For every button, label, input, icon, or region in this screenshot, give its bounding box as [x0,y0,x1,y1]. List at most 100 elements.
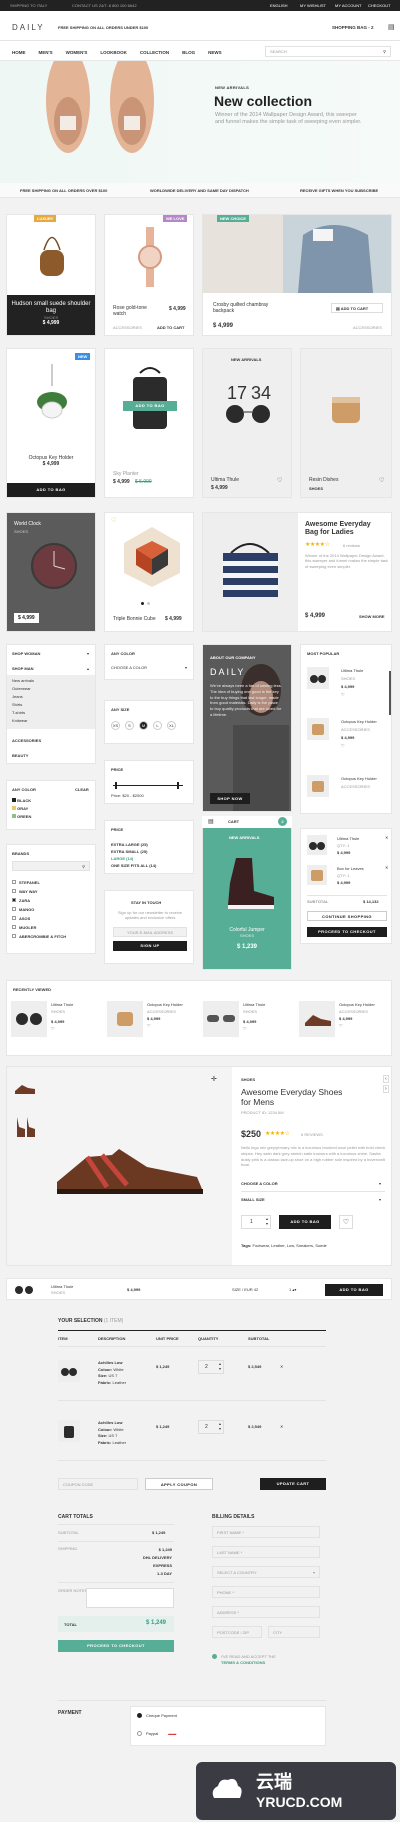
chevron-up-icon[interactable]: ▴ [87,666,89,671]
chevron-down-icon[interactable]: ▾ [379,1197,381,1202]
country-select[interactable]: SELECT A COUNTRY ▾ [212,1566,320,1578]
brand-search-input[interactable]: ⚲ [12,861,90,871]
remove-icon[interactable]: ✕ [280,1424,283,1429]
update-cart-button[interactable]: UPDATE CART [260,1478,326,1490]
wishlist-heart-icon[interactable]: ♡ [339,1215,353,1229]
size-list-option[interactable]: EXTRA SMALL (25) [111,848,156,855]
close-icon[interactable]: ✕ [385,865,388,870]
shop-man-toggle[interactable]: SHOP MAN [12,666,33,671]
quantity-stepper[interactable]: 2 ▴ ▾ [198,1420,224,1434]
recent-item[interactable]: Ultima Thule SHOES $ 4,999 ♡ [203,1001,265,1037]
search-icon[interactable]: ⚲ [383,49,386,54]
size-option[interactable]: S [125,721,134,730]
review-count[interactable]: 6 REVIEWS [301,1132,323,1137]
subcategory-link[interactable]: T-shirts [12,709,90,717]
subcategory-link[interactable]: Knitwear [12,717,90,725]
product-card-watch[interactable]: WE LOVE Rose gold-tone watch $ 4,999 ACC… [104,214,194,336]
add-to-cart-button[interactable]: ▤ ADD TO CART [331,303,383,313]
size-select[interactable]: SMALL SIZE [241,1197,265,1202]
sign-up-button[interactable]: SIGN UP [113,941,187,951]
brand-option[interactable]: MANGO [12,905,66,914]
product-name[interactable]: Crosby quilted chambray backpack [213,302,288,314]
size-option[interactable]: L [153,721,162,730]
size-list-option[interactable]: ONE SIZE FITS ALL (14) [111,862,156,869]
apply-coupon-button[interactable]: APPLY COUPON [145,1478,213,1490]
coupon-input[interactable]: COUPON CODE [58,1478,138,1490]
color-select[interactable]: CHOOSE A COLOR [111,665,147,670]
brand-option[interactable]: ZARA [12,896,66,905]
last-name-field[interactable]: LAST NAME * [212,1546,320,1558]
slider-handle-min[interactable] [115,782,117,789]
order-notes-field[interactable] [86,1588,174,1608]
search-input[interactable]: SEARCH ⚲ [265,46,391,57]
cart-item[interactable]: Box for Leaves QTY: 1 $ 4,999 ✕ [307,865,388,885]
nav-item[interactable]: LOOKBOOK [100,50,127,55]
product-card-backpack[interactable]: NEW CHOICE Crosby quilted chambray backp… [202,214,392,336]
checkout-link[interactable]: CHECKOUT [368,3,390,8]
slider-handle-max[interactable] [177,782,179,789]
beauty-link[interactable]: BEAUTY [12,753,28,758]
cart-item[interactable]: Ultima Thule QTY: 1 $ 4,999 ✕ [307,835,388,855]
size-option[interactable]: M [139,721,148,730]
product-card-plant[interactable]: NEW Octopus Key Holder $ 4,999 ADD TO BA… [6,348,96,498]
add-to-cart-link[interactable]: ADD TO CART [157,325,184,330]
brand-option[interactable]: STEFANEL [12,878,66,887]
carousel-dots[interactable] [141,602,150,605]
shopping-bag[interactable]: SHOPPING BAG - 2 [332,25,374,30]
size-option[interactable]: XS [111,721,120,730]
recent-item[interactable]: Octopus Key Holder ACCESSORIES $ 4,999 ♡ [107,1001,183,1037]
size-list-option[interactable]: EXTRA LARGE (25) [111,841,156,848]
review-count[interactable]: 6 reviews [343,543,360,548]
address-field[interactable]: ADDRESS * [212,1606,320,1618]
terms-checkbox[interactable]: I'VE READ AND ACCEPT THE TERMS & CONDITIO… [212,1654,276,1666]
heart-icon[interactable]: ♡ [379,477,384,484]
payment-option-cheque[interactable]: Cheque Payment [137,1713,177,1718]
product-name[interactable]: Resin Dishes [309,477,338,483]
size-select[interactable]: SIZE / EUR 42 [232,1287,258,1292]
nav-item[interactable]: HOME [12,50,26,55]
nav-item[interactable]: NEWS [208,50,222,55]
proceed-checkout-button[interactable]: PROCEED TO CHECKOUT [307,927,387,937]
product-name[interactable]: Triple Bonnie Cube [113,616,156,622]
product-card-bowl[interactable]: Resin Dishes SHOES ♡ [300,348,392,498]
chevron-down-icon[interactable]: ▾ [87,651,89,656]
nav-item[interactable]: COLLECTION [140,50,169,55]
recent-item[interactable]: Ultima Thule SHOES $ 4,999 ♡ [11,1001,73,1037]
product-name[interactable]: Hudson small suede shoulder bag [7,301,95,315]
thumbnail-list[interactable] [13,1077,37,1147]
scrollbar[interactable] [389,671,391,715]
popular-item[interactable]: Ultima Thule SHOES $ 4,999 ♡ [307,667,363,697]
phone-field[interactable]: PHONE * [212,1586,320,1598]
nav-item[interactable]: BLOG [182,50,195,55]
feature-card[interactable]: NEW ARRIVALS Colorful Jumper SHOES $ 1,2… [202,822,292,970]
color-select[interactable]: CHOOSE A COLOR [241,1181,278,1186]
product-name[interactable]: World Clock [14,521,41,527]
product-card-glasses[interactable]: NEW ARRIVALS 17 34 Ultima Thule $ 4,999 ♡ [202,348,292,498]
show-more-link[interactable]: SHOW MORE [359,614,385,619]
subcategory-link[interactable]: Outerwear [12,685,90,693]
product-card-cube[interactable]: ♡ Triple Bonnie Cube $ 4,999 [104,512,194,632]
add-to-bag-button[interactable]: ADD TO BAG [7,483,95,497]
heart-icon[interactable]: ♡ [277,477,282,484]
zoom-icon[interactable]: ✛ [211,1075,217,1083]
chevron-down-icon[interactable]: ▾ [185,665,187,670]
nav-item[interactable]: MEN'S [39,50,53,55]
color-option-black[interactable]: BLACK [12,797,31,805]
heart-icon[interactable]: ♡ [111,517,116,524]
brand-option[interactable]: ASOS [12,914,66,923]
city-field[interactable]: CITY [268,1626,320,1638]
add-to-bag-button[interactable]: ADD TO BAG [325,1284,383,1296]
nav-item[interactable]: WOMEN'S [66,50,88,55]
product-card-sky-planter[interactable]: ADD TO BAG Sky Planter $ 4,999 $ 5,999 [104,348,194,498]
payment-option-paypal[interactable]: Paypal ▬▬ [137,1731,176,1736]
product-name[interactable]: Sky Planter [113,471,139,477]
brand-option[interactable]: ABERCROMBIE & FITCH [12,932,66,941]
language-select[interactable]: ENGLISH [270,3,288,8]
mini-cart-header[interactable]: ▤ CART 2 [202,816,292,828]
accessories-link[interactable]: ACCESSORIES [12,738,41,743]
add-to-bag-button[interactable]: ADD TO BAG [123,401,177,411]
product-name[interactable]: Ultima Thule [211,477,239,483]
add-to-bag-button[interactable]: ADD TO BAG [279,1215,331,1229]
brand-option[interactable]: MUGLER [12,923,66,932]
bag-icon[interactable]: ▤ [388,23,395,31]
